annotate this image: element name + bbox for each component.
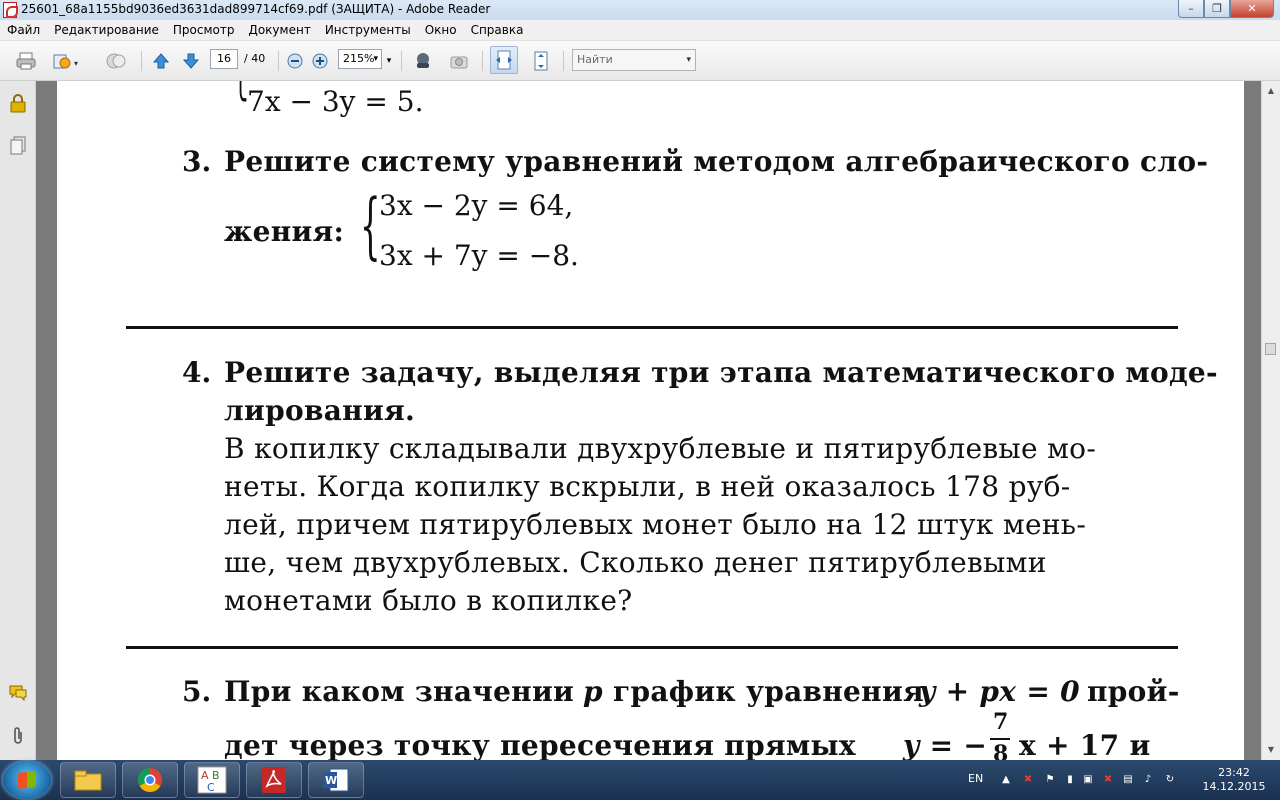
start-button[interactable]	[3, 761, 51, 799]
vertical-scrollbar[interactable]: ▲ ▼	[1261, 81, 1280, 760]
task4-line: Решите задачу, выделяя три этапа математ…	[224, 356, 1218, 389]
menu-tools[interactable]: Инструменты	[318, 23, 418, 37]
svg-text:▾: ▾	[74, 59, 78, 68]
adobe-reader-icon	[3, 2, 18, 18]
menu-file[interactable]: Файл	[0, 23, 47, 37]
fit-width-icon[interactable]	[490, 46, 518, 74]
toolbar-separator	[401, 51, 402, 71]
clock-date: 14.12.2015	[1202, 780, 1266, 793]
abc-app-taskbar-icon[interactable]: ABC	[184, 762, 240, 798]
find-input[interactable]: Найти	[572, 49, 696, 71]
section-divider	[126, 646, 1178, 649]
tray-device-icon[interactable]: ▣	[1082, 774, 1094, 786]
lock-icon[interactable]	[8, 93, 28, 113]
share-icon[interactable]: ▾	[50, 50, 84, 72]
page-number-input[interactable]: 16	[210, 49, 238, 69]
tray-warning-icon[interactable]: ✖	[1102, 774, 1114, 786]
menu-document[interactable]: Документ	[241, 23, 317, 37]
language-indicator[interactable]: EN	[968, 772, 983, 785]
scroll-up-icon[interactable]: ▲	[1264, 83, 1278, 97]
task4-line: лей, причем пятирублевых монет было на 1…	[224, 508, 1087, 541]
window-controls: – ❐ ✕	[1178, 0, 1274, 18]
tray-network-off-icon[interactable]: ✖	[1022, 774, 1034, 786]
minimize-button[interactable]: –	[1178, 0, 1204, 18]
task4-line: неты. Когда копилку вскрыли, в ней оказа…	[224, 470, 1071, 503]
chrome-taskbar-icon[interactable]	[122, 762, 178, 798]
task5-text: x + 17 и	[1019, 729, 1151, 760]
tray-flag-icon[interactable]: ⚑	[1044, 774, 1056, 786]
prev-brace: ⎩	[233, 81, 248, 99]
svg-text:C: C	[207, 781, 215, 794]
menu-edit[interactable]: Редактирование	[47, 23, 166, 37]
section-divider	[126, 326, 1178, 329]
volume-icon[interactable]: ♪	[1142, 774, 1154, 786]
fraction-denominator: 8	[993, 741, 1009, 760]
task3-eq2: 3x + 7y = −8.	[379, 239, 579, 272]
word-taskbar-icon[interactable]: W	[308, 762, 364, 798]
zoom-dropdown-icon[interactable]: ▾	[384, 50, 394, 72]
tray-arrow-icon[interactable]: ▲	[1000, 774, 1012, 786]
page-total: / 40	[244, 52, 266, 65]
tray-signal-icon[interactable]: ▮	[1064, 774, 1076, 786]
task4-line: В копилку складывали двухрублевые и пяти…	[224, 432, 1097, 465]
navigation-panel	[0, 81, 36, 760]
document-area[interactable]: ⎩ 7x − 3y = 5. 3. Решите систему уравнен…	[36, 81, 1262, 760]
fit-page-icon[interactable]	[528, 50, 554, 72]
menu-help[interactable]: Справка	[464, 23, 531, 37]
toolbar-separator	[278, 51, 279, 71]
task5-text: график уравнения	[613, 675, 925, 708]
print-icon[interactable]	[14, 50, 38, 72]
explorer-taskbar-icon[interactable]	[60, 762, 116, 798]
task4-line: монетами было в копилке?	[224, 584, 633, 617]
tray-sync-icon[interactable]: ↻	[1164, 774, 1176, 786]
zoom-select[interactable]: 215%	[338, 49, 382, 69]
fraction-numerator: 7	[993, 709, 1009, 735]
task5-text: дет через точку пересечения прямых	[224, 729, 856, 760]
zoom-out-icon[interactable]	[285, 50, 305, 72]
title-bar: 25601_68a1155bd9036ed3631dad899714cf69.p…	[0, 0, 1280, 20]
task5-equation: y + px = 0	[919, 675, 1080, 708]
task5-number: 5.	[182, 675, 212, 708]
scroll-thumb[interactable]	[1265, 343, 1276, 355]
menu-window[interactable]: Окно	[418, 23, 464, 37]
comments-icon[interactable]	[8, 683, 28, 703]
task3-line2: жения:	[224, 215, 345, 248]
task4-line: лирования.	[224, 394, 416, 427]
clock[interactable]: 23:42 14.12.2015	[1200, 766, 1268, 794]
svg-text:W: W	[325, 774, 337, 787]
arrow-up-icon[interactable]	[150, 50, 172, 72]
pdf-page: ⎩ 7x − 3y = 5. 3. Решите систему уравнен…	[57, 81, 1244, 760]
toolbar-separator	[563, 51, 564, 71]
window-title: 25601_68a1155bd9036ed3631dad899714cf69.p…	[21, 2, 491, 16]
task5-equation: y = −	[903, 729, 988, 760]
toolbar-separator	[141, 51, 142, 71]
task3-eq1: 3x − 2y = 64,	[379, 189, 574, 222]
scroll-down-icon[interactable]: ▼	[1264, 742, 1278, 756]
close-button[interactable]: ✕	[1230, 0, 1274, 18]
prev-equation: 7x − 3y = 5.	[247, 85, 424, 118]
clock-time: 23:42	[1218, 766, 1250, 779]
task3-line1: Решите систему уравнений методом алгебра…	[224, 145, 1209, 178]
task5-text: При каком значении	[224, 675, 575, 708]
toolbar-separator	[482, 51, 483, 71]
pages-icon[interactable]	[8, 136, 28, 156]
fraction-bar	[990, 738, 1010, 740]
task5-text: прой-	[1087, 675, 1180, 708]
tray-app-icon[interactable]: ▤	[1122, 774, 1134, 786]
zoom-in-icon[interactable]	[310, 50, 330, 72]
select-tool-icon[interactable]	[411, 50, 435, 72]
attachment-icon[interactable]	[8, 726, 28, 746]
task3-number: 3.	[182, 145, 212, 178]
menu-bar: Файл Редактирование Просмотр Документ Ин…	[0, 20, 1280, 41]
maximize-button[interactable]: ❐	[1204, 0, 1230, 18]
task4-number: 4.	[182, 356, 212, 389]
adobe-reader-taskbar-icon[interactable]	[246, 762, 302, 798]
snapshot-icon[interactable]	[447, 50, 471, 72]
task4-line: ше, чем двухрублевых. Сколько денег пяти…	[224, 546, 1047, 579]
menu-view[interactable]: Просмотр	[166, 23, 242, 37]
task5-var-p: p	[583, 675, 603, 708]
task3-brace: {	[360, 183, 381, 267]
arrow-down-icon[interactable]	[180, 50, 202, 72]
sign-icon[interactable]	[103, 50, 129, 72]
